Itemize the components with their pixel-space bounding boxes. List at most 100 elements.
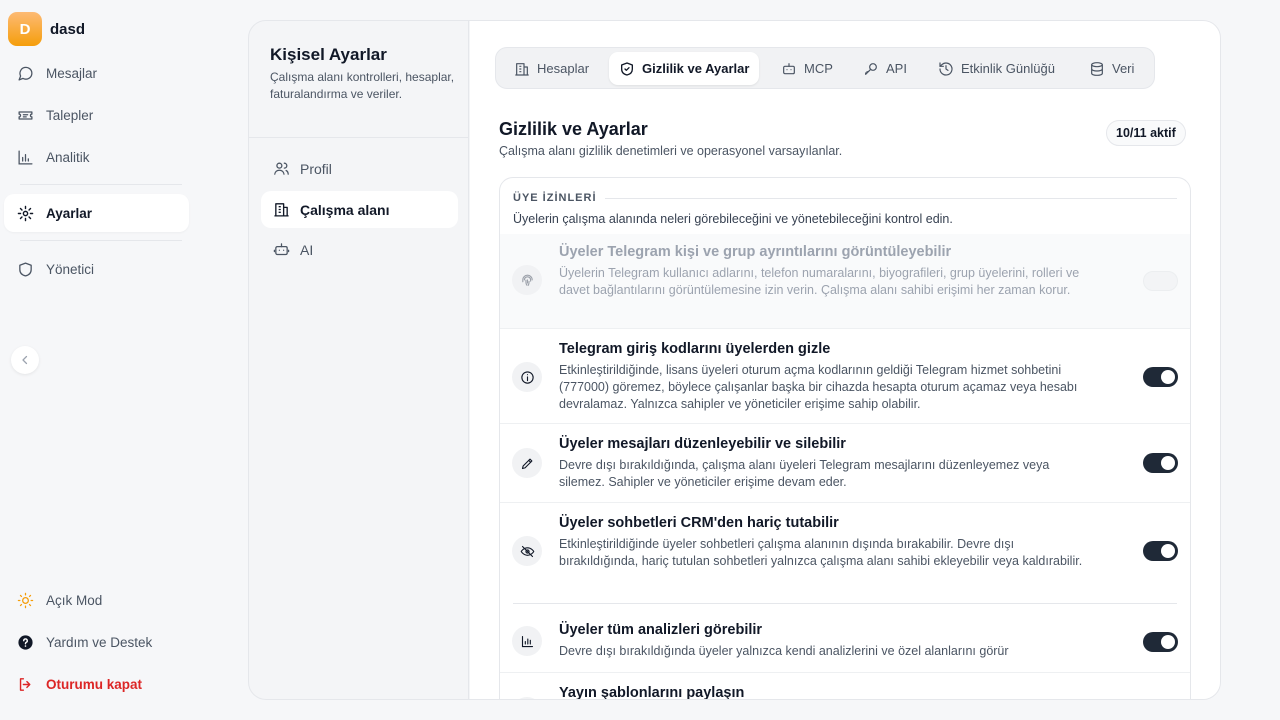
setting-row-hide-login-codes: Telegram giriş kodlarını üyelerden gizle… [500,328,1190,423]
setting-row-edit-delete-messages: Üyeler mesajları düzenleyebilir ve sileb… [500,423,1190,502]
settings-sidebar-title: Kişisel Ayarlar [270,45,387,64]
setting-description: Devre dışı bırakıldığında üyeler yalnızc… [559,644,1009,658]
workspace-logo: D [8,12,42,46]
fingerprint-icon [521,274,533,286]
settings-item-profile[interactable]: Profil [261,150,458,187]
setting-description: Etkinleştirildiğinde, lisans üyeleri otu… [559,363,1078,411]
nav-label: Ayarlar [46,205,93,221]
setting-title: Üyeler mesajları düzenleyebilir ve sileb… [559,436,846,452]
settings-content: Hesaplar Gizlilik ve Ayarlar MCP API Etk… [470,21,1220,700]
tab-data[interactable]: Veri [1079,52,1144,85]
settings-sidebar: Kişisel Ayarlar Çalışma alanı kontroller… [249,21,469,699]
building-icon [274,203,289,217]
chat-bubble-icon [18,66,33,81]
toggle-knob [1161,635,1175,649]
settings-item-label: AI [300,241,314,258]
key-icon [865,62,877,75]
nav-label: Analitik [46,149,90,165]
row-icon-wrap [512,536,542,566]
settings-sidebar-description: Çalışma alanı kontrolleri, hesaplar, fat… [270,70,455,101]
eye-off-icon [520,545,534,557]
tab-activity-log[interactable]: Etkinlik Günlüğü [928,52,1065,85]
setting-title: Yayın şablonlarını paylaşın [559,685,745,700]
bar-chart-icon [18,149,33,165]
settings-item-label: Çalışma alanı [300,201,390,218]
setting-title: Telegram giriş kodlarını üyelerden gizle [559,341,831,357]
database-icon [1091,61,1103,76]
nav-item-help[interactable]: Yardım ve Destek [4,623,189,661]
shield-icon [19,261,32,277]
chevron-left-icon [22,355,28,365]
nav-label: Mesajlar [46,65,98,81]
tab-label: MCP [804,61,833,76]
setting-title: Üyeler sohbetleri CRM'den hariç tutabili… [559,515,839,531]
setting-toggle[interactable] [1143,453,1178,473]
chart-icon [521,635,533,647]
gear-icon [17,205,34,221]
divider [249,137,469,138]
nav-item-light-mode[interactable]: Açık Mod [4,581,189,619]
tab-privacy-settings[interactable]: Gizlilik ve Ayarlar [609,52,760,85]
setting-title: Üyeler tüm analizleri görebilir [559,622,763,638]
tab-label: Gizlilik ve Ayarlar [642,61,750,76]
settings-tabs: Hesaplar Gizlilik ve Ayarlar MCP API Etk… [495,47,1155,89]
setting-description: Üyelerin Telegram kullanıcı adlarını, te… [559,266,1080,297]
active-count-badge: 10/11 aktif [1106,120,1186,146]
workspace-name: dasd [50,20,86,38]
logout-icon [19,677,31,691]
row-icon-wrap [512,697,542,699]
nav-item-settings[interactable]: Ayarlar [4,194,189,232]
tab-label: Hesaplar [537,61,590,76]
shield-check-icon [621,61,633,76]
robot-icon [783,62,795,74]
section-description: Üyelerin çalışma alanında neleri görebil… [513,212,953,226]
row-icon-wrap [512,448,542,478]
help-circle-icon [18,634,33,650]
setting-toggle[interactable] [1143,367,1178,387]
toggle-knob [1161,544,1175,558]
setting-description: Devre dışı bırakıldığında, çalışma alanı… [559,458,1050,489]
left-navigation: D dasd Mesajlar Talepler Analitik Ayarla… [0,0,200,720]
ticket-icon [18,110,33,120]
nav-label: Yardım ve Destek [46,634,153,650]
toggle-knob [1161,370,1175,384]
tab-label: Veri [1112,61,1135,76]
tab-label: API [886,61,907,76]
toggle-knob [1161,456,1175,470]
tab-accounts[interactable]: Hesaplar [504,52,599,85]
setting-title: Üyeler Telegram kişi ve grup ayrıntıları… [559,244,952,260]
nav-label: Yönetici [46,261,95,277]
setting-row-exclude-chats: Üyeler sohbetleri CRM'den hariç tutabili… [500,502,1190,602]
section-divider [605,198,1177,199]
pencil-icon [521,458,532,469]
building-icon [515,62,529,76]
page-subtitle: Çalışma alanı gizlilik denetimleri ve op… [499,144,843,158]
workspace-switcher[interactable]: D dasd [8,12,85,46]
nav-divider [20,184,182,185]
tab-label: Etkinlik Günlüğü [961,61,1055,76]
settings-item-label: Profil [300,160,332,177]
nav-label: Oturumu kapat [46,676,143,692]
nav-label: Talepler [46,107,94,123]
users-icon [274,162,289,175]
settings-item-workspace[interactable]: Çalışma alanı [261,191,458,228]
section-label: ÜYE İZİNLERİ [513,192,597,204]
row-icon-wrap [512,626,542,656]
nav-item-logout[interactable]: Oturumu kapat [4,665,189,703]
settings-panel: Kişisel Ayarlar Çalışma alanı kontroller… [248,20,1221,700]
sun-icon [17,592,34,608]
tab-api[interactable]: API [853,52,917,85]
collapse-sidebar-button[interactable] [11,346,39,374]
info-icon [520,370,534,384]
nav-item-analytics[interactable]: Analitik [4,138,189,176]
setting-toggle[interactable] [1143,632,1178,652]
settings-item-ai[interactable]: AI [261,231,458,268]
tab-mcp[interactable]: MCP [771,52,843,85]
setting-toggle[interactable] [1143,541,1178,561]
nav-item-requests[interactable]: Talepler [4,96,189,134]
history-icon [939,61,953,76]
row-icon-wrap [512,265,542,295]
setting-toggle[interactable] [1143,271,1178,291]
nav-item-messages[interactable]: Mesajlar [4,54,189,92]
nav-item-admin[interactable]: Yönetici [4,250,189,288]
